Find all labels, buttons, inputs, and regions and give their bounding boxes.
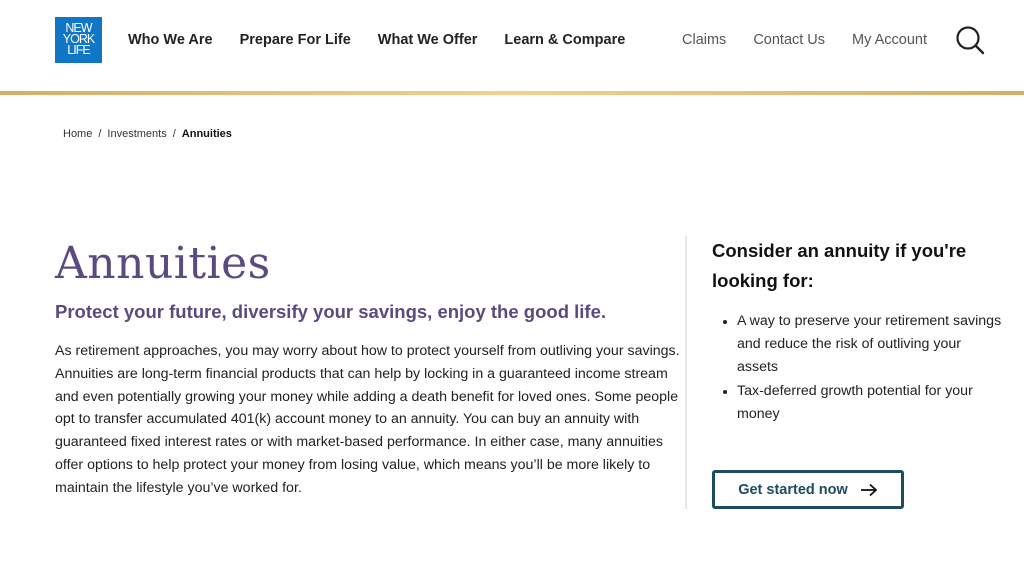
utility-nav: Claims Contact Us My Account xyxy=(682,30,954,50)
breadcrumb: Home / Investments / Annuities xyxy=(63,128,232,140)
nav-contact-us[interactable]: Contact Us xyxy=(753,30,825,50)
nav-claims[interactable]: Claims xyxy=(682,30,726,50)
get-started-button[interactable]: Get started now xyxy=(712,470,904,509)
aside-heading: Consider an annuity if you're looking fo… xyxy=(712,240,967,291)
breadcrumb-investments[interactable]: Investments xyxy=(107,128,166,140)
search-button[interactable] xyxy=(955,25,987,57)
nav-my-account[interactable]: My Account xyxy=(852,30,927,50)
new-york-life-logo[interactable]: NEW YORK LIFE xyxy=(55,17,102,63)
nav-learn-compare[interactable]: Learn & Compare xyxy=(504,30,625,50)
nav-what-we-offer[interactable]: What We Offer xyxy=(378,30,478,50)
breadcrumb-separator: / xyxy=(98,128,102,140)
arrow-right-icon xyxy=(860,483,878,496)
benefits-list: A way to preserve your retirement saving… xyxy=(723,310,1002,427)
logo-line-3: LIFE xyxy=(67,43,90,57)
search-icon xyxy=(956,26,985,55)
breadcrumb-separator: / xyxy=(172,128,176,140)
header-accent-bar xyxy=(0,91,1024,95)
intro-paragraph: As retirement approaches, you may worry … xyxy=(55,343,680,496)
breadcrumb-current: Annuities xyxy=(181,128,232,140)
nav-prepare-for-life[interactable]: Prepare For Life xyxy=(240,30,351,50)
column-divider xyxy=(685,236,687,509)
benefit-item: A way to preserve your retirement saving… xyxy=(723,310,1002,379)
breadcrumb-home[interactable]: Home xyxy=(63,128,92,140)
page-title: Annuities xyxy=(55,238,271,289)
page-subtitle: Protect your future, diversify your savi… xyxy=(55,301,606,322)
primary-nav: Who We Are Prepare For Life What We Offe… xyxy=(128,30,652,50)
site-header: NEW YORK LIFE Who We Are Prepare For Lif… xyxy=(0,0,1024,92)
get-started-label: Get started now xyxy=(738,481,848,498)
nav-who-we-are[interactable]: Who We Are xyxy=(128,30,213,50)
benefit-item: Tax-deferred growth potential for your m… xyxy=(723,380,1002,426)
